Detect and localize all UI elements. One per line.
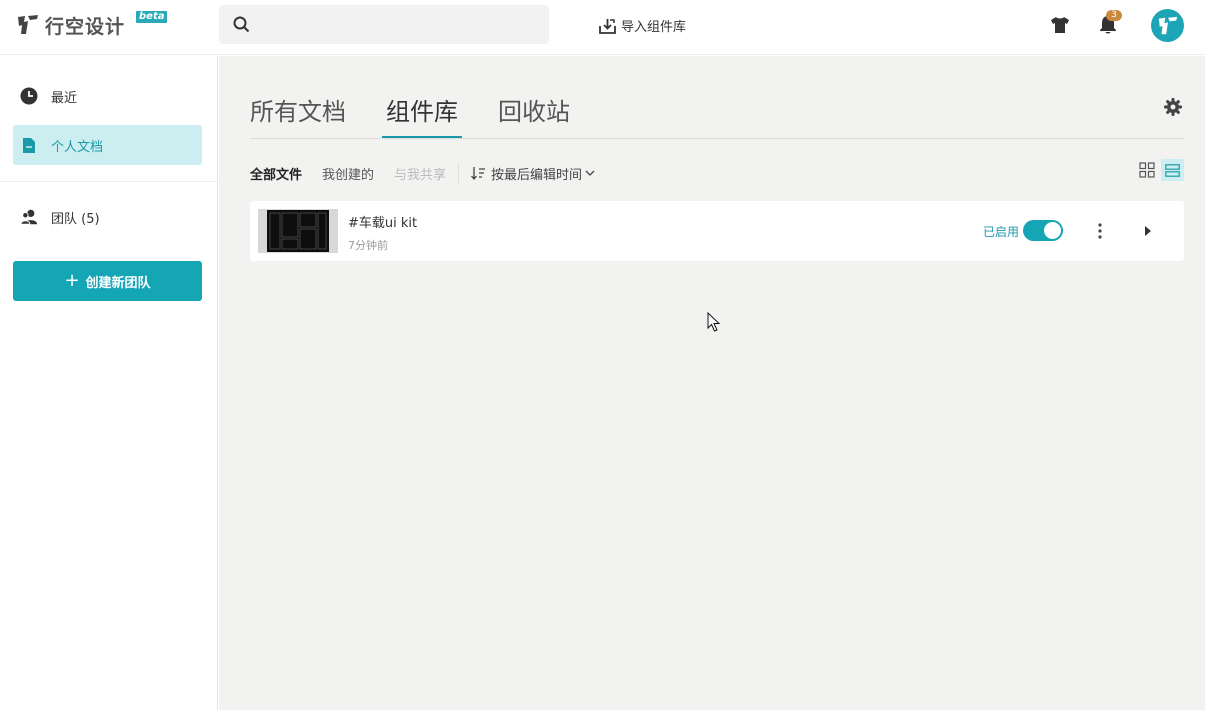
sidebar-item-recent[interactable]: 最近 [13, 76, 202, 116]
sort-label: 按最后编辑时间 [491, 167, 583, 183]
logo-mark-icon [18, 15, 38, 34]
sort-icon [471, 167, 486, 180]
grid-view-icon[interactable] [1139, 162, 1155, 178]
sidebar-item-label: 团队 (5) [51, 211, 100, 227]
status-label: 已启用 [983, 225, 1020, 239]
chevron-down-icon [585, 170, 595, 176]
import-library-button[interactable]: 导入组件库 [599, 16, 686, 35]
list-view-button[interactable] [1161, 159, 1184, 181]
more-options-icon[interactable] [1095, 221, 1105, 241]
filter-bar: 全部文件 我创建的 与我共享 按最后编辑时间 [250, 163, 600, 183]
file-icon [20, 136, 38, 154]
beta-badge: beta [136, 11, 168, 23]
sidebar-item-team[interactable]: 团队 (5) [13, 197, 202, 237]
import-icon [599, 18, 616, 34]
filter-shared-with-me[interactable]: 与我共享 [394, 164, 446, 183]
create-team-button[interactable]: + 创建新团队 [13, 261, 202, 301]
sort-dropdown[interactable]: 按最后编辑时间 [471, 164, 600, 183]
avatar[interactable] [1151, 9, 1184, 42]
team-icon [20, 208, 38, 226]
filter-separator [458, 163, 460, 183]
top-bar: 行空设计 beta 导入组件库 3 [0, 0, 1205, 55]
sidebar-item-personal-docs[interactable]: 个人文档 [13, 125, 202, 165]
thumbnail-preview [267, 210, 329, 252]
filter-created-by-me[interactable]: 我创建的 [322, 164, 374, 183]
sidebar-divider [0, 181, 218, 182]
plus-icon: + [64, 270, 80, 291]
search-input[interactable] [219, 5, 549, 44]
search-icon [233, 16, 250, 33]
create-team-label: 创建新团队 [85, 275, 151, 291]
clock-icon [20, 87, 38, 105]
list-view-icon [1165, 163, 1180, 177]
filter-all-files[interactable]: 全部文件 [250, 164, 302, 183]
enable-toggle[interactable] [1023, 220, 1063, 241]
main-content: 所有文档 组件库 回收站 全部文件 我创建的 与我共享 按最后编辑时间 #车载u… [219, 56, 1205, 710]
file-timestamp: 7分钟前 [348, 239, 388, 252]
sidebar-item-label: 最近 [51, 90, 78, 106]
sidebar: 最近 个人文档 团队 (5) + 创建新团队 [0, 56, 218, 710]
gear-icon[interactable] [1164, 98, 1182, 116]
mouse-cursor-icon [707, 312, 721, 332]
tshirt-icon[interactable] [1050, 16, 1070, 34]
import-label: 导入组件库 [621, 20, 687, 35]
caret-right-icon[interactable] [1143, 224, 1153, 238]
tab-bar: 所有文档 组件库 回收站 [250, 92, 610, 138]
list-item[interactable]: #车载ui kit 7分钟前 已启用 [250, 201, 1184, 261]
file-name[interactable]: #车载ui kit [348, 212, 417, 231]
avatar-logo-icon [1158, 16, 1177, 34]
tab-recycle-bin[interactable]: 回收站 [498, 92, 570, 138]
sidebar-item-label: 个人文档 [51, 139, 104, 155]
notification-badge: 3 [1106, 10, 1122, 21]
app-name: 行空设计 [45, 15, 126, 38]
tab-component-library[interactable]: 组件库 [382, 92, 462, 138]
tab-all-documents[interactable]: 所有文档 [250, 92, 346, 138]
toggle-knob [1044, 222, 1061, 239]
app-logo[interactable]: 行空设计 beta [16, 11, 168, 38]
tabs-divider [250, 138, 1184, 139]
file-thumbnail [258, 209, 338, 253]
